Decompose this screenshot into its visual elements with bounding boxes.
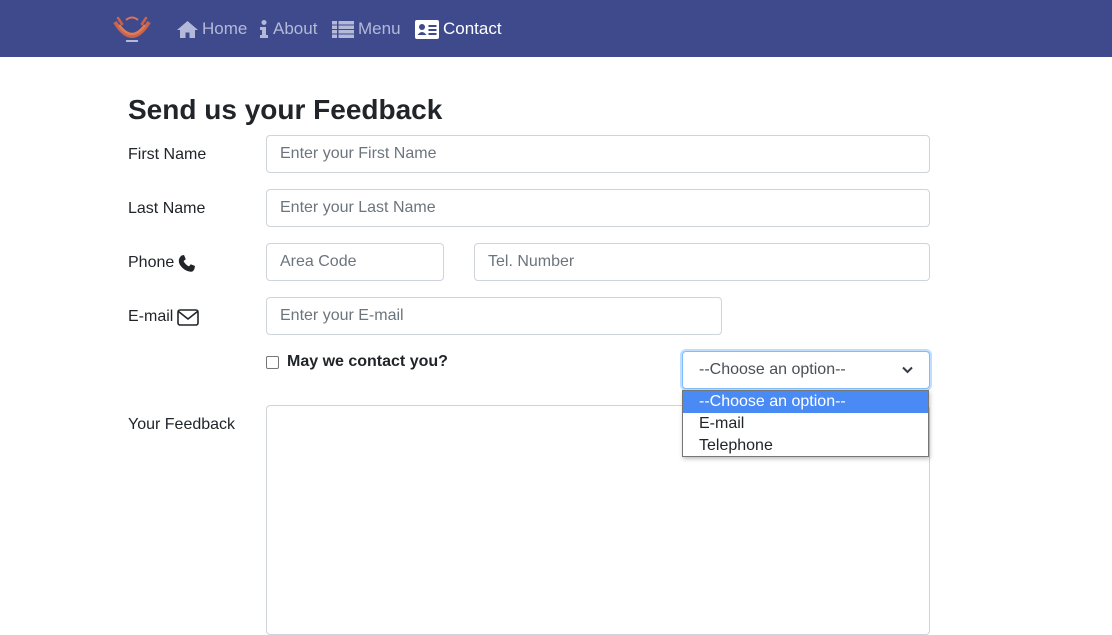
tel-number-input[interactable] [474, 243, 930, 281]
email-input[interactable] [266, 297, 722, 335]
first-name-input[interactable] [266, 135, 930, 173]
phone-label: Phone [128, 253, 196, 273]
contact-method-select[interactable]: --Choose an option-- [682, 351, 930, 389]
nav-label-contact: Contact [443, 19, 502, 38]
phone-icon [178, 254, 196, 272]
navbar: Home About Menu Contact [0, 0, 1112, 57]
contact-permission: May we contact you? [266, 353, 448, 371]
email-label-text: E-mail [128, 308, 174, 325]
list-icon [332, 20, 354, 38]
phone-label-text: Phone [128, 254, 175, 271]
nav-label-home: Home [202, 19, 248, 38]
area-code-input[interactable] [266, 243, 444, 281]
email-label: E-mail [128, 307, 200, 327]
chevron-down-icon [902, 366, 913, 374]
contact-method-dropdown: --Choose an option-- E-mail Telephone [682, 390, 929, 457]
contact-checkbox-label[interactable]: May we contact you? [287, 353, 448, 371]
home-icon [177, 20, 198, 38]
last-name-input[interactable] [266, 189, 930, 227]
nav-item-contact[interactable]: Contact [415, 17, 502, 41]
dropdown-option-telephone[interactable]: Telephone [683, 435, 928, 457]
dropdown-option-email[interactable]: E-mail [683, 413, 928, 435]
feedback-label: Your Feedback [128, 415, 235, 435]
last-name-label-text: Last Name [128, 200, 206, 217]
crescent-logo-icon[interactable] [112, 12, 152, 46]
last-name-label: Last Name [128, 199, 205, 219]
address-card-icon [415, 19, 439, 39]
contact-method-selected: --Choose an option-- [699, 361, 846, 378]
first-name-label: First Name [128, 145, 206, 165]
page-title: Send us your Feedback [128, 94, 443, 125]
nav-item-menu[interactable]: Menu [332, 17, 401, 41]
contact-checkbox[interactable] [266, 355, 279, 369]
dropdown-option-choose[interactable]: --Choose an option-- [683, 391, 928, 413]
first-name-label-text: First Name [128, 146, 207, 163]
nav-item-about[interactable]: About [259, 17, 317, 41]
feedback-label-text: Your Feedback [128, 416, 236, 433]
info-icon [259, 20, 269, 38]
envelope-icon [177, 308, 200, 326]
nav-label-about: About [273, 19, 318, 38]
nav-item-home[interactable]: Home [177, 17, 247, 41]
nav-label-menu: Menu [358, 19, 401, 38]
